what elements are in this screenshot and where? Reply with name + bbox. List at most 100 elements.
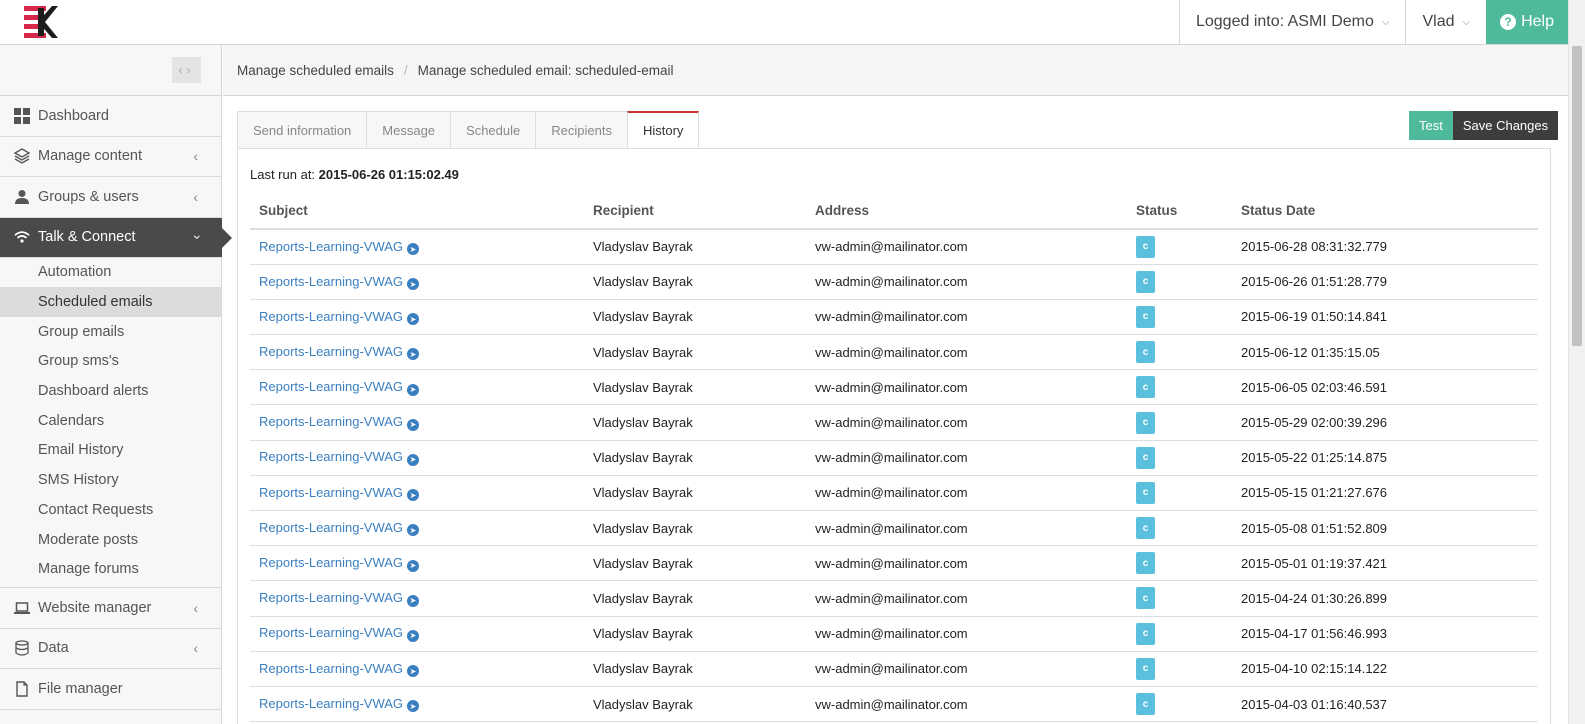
arrow-circle-right-icon[interactable]: ➤ [407, 453, 420, 466]
status-badge: c [1136, 235, 1155, 258]
column-header-status[interactable]: Status [1127, 193, 1232, 230]
cell-status: c [1127, 616, 1232, 652]
arrow-circle-right-icon[interactable]: ➤ [407, 665, 420, 678]
subject-link[interactable]: Reports-Learning-VWAG [259, 696, 403, 711]
arrow-circle-right-icon[interactable]: ➤ [407, 348, 420, 361]
status-badge: c [1136, 693, 1155, 716]
subject-link[interactable]: Reports-Learning-VWAG [259, 344, 403, 359]
subject-link[interactable]: Reports-Learning-VWAG [259, 661, 403, 676]
cell-address: vw-admin@mailinator.com [806, 510, 1127, 547]
arrow-circle-right-icon[interactable]: ➤ [407, 418, 420, 431]
cell-recipient: Vladyslav Bayrak [584, 475, 806, 512]
laptop-icon [14, 600, 30, 616]
sidebar-subitem-sms-history[interactable]: SMS History [0, 465, 222, 495]
cell-address: vw-admin@mailinator.com [806, 334, 1127, 371]
account-selector[interactable]: Logged into: ASMI Demo ⌵ [1178, 0, 1405, 44]
subject-link[interactable]: Reports-Learning-VWAG [259, 555, 403, 570]
sidebar-item-dashboard[interactable]: Dashboard [0, 96, 222, 137]
status-badge: c [1136, 376, 1155, 399]
cell-status: c [1127, 440, 1232, 476]
page-scrollbar[interactable] [1568, 0, 1585, 724]
status-badge: c [1136, 481, 1155, 504]
subject-link[interactable]: Reports-Learning-VWAG [259, 414, 403, 429]
cell-recipient: Vladyslav Bayrak [584, 440, 806, 476]
cell-subject: Reports-Learning-VWAG ➤ [250, 404, 584, 441]
sidebar-item-data[interactable]: Data ‹ [0, 629, 222, 670]
sidebar-subitem-group-sms[interactable]: Group sms's [0, 347, 222, 377]
sidebar-item-manage-content[interactable]: Manage content ‹ [0, 137, 222, 177]
arrow-circle-right-icon[interactable]: ➤ [407, 489, 420, 502]
column-header-subject[interactable]: Subject [250, 193, 584, 230]
sidebar-subitem-scheduled-emails[interactable]: Scheduled emails [0, 287, 222, 317]
arrow-circle-right-icon[interactable]: ➤ [407, 313, 420, 326]
column-header-recipient[interactable]: Recipient [584, 193, 806, 230]
cell-status-date: 2015-06-26 01:51:28.779 [1232, 264, 1538, 300]
sidebar-subitem-moderate-posts[interactable]: Moderate posts [0, 525, 222, 555]
arrow-circle-right-icon[interactable]: ➤ [407, 243, 420, 256]
arrow-circle-right-icon[interactable]: ➤ [407, 629, 420, 642]
cell-subject: Reports-Learning-VWAG ➤ [250, 651, 584, 687]
save-changes-button[interactable]: Save Changes [1452, 111, 1559, 140]
cell-recipient: Vladyslav Bayrak [584, 404, 806, 441]
sidebar-subitem-automation[interactable]: Automation [0, 258, 222, 288]
sidebar: ‹› Dashboard Manage content ‹ Groups & u… [0, 45, 232, 724]
table-row: Reports-Learning-VWAG ➤ Vladyslav Bayrak vw… [250, 616, 1538, 652]
sidebar-item-file-manager[interactable]: File manager [0, 669, 222, 710]
sidebar-item-website-manager[interactable]: Website manager ‹ [0, 588, 222, 629]
arrow-circle-right-icon[interactable]: ➤ [407, 524, 420, 537]
sidebar-item-label: Groups & users [38, 188, 139, 205]
column-header-status-date[interactable]: Status Date [1232, 193, 1538, 230]
cell-subject: Reports-Learning-VWAG ➤ [250, 510, 584, 547]
cell-status-date: 2015-04-24 01:30:26.899 [1232, 580, 1538, 617]
tab-send-information[interactable]: Send information [237, 111, 367, 149]
sidebar-subitem-manage-forums[interactable]: Manage forums [0, 554, 222, 584]
sidebar-item-groups-users[interactable]: Groups & users ‹ [0, 177, 222, 218]
breadcrumb-link[interactable]: Manage scheduled emails [237, 63, 394, 78]
breadcrumb: Manage scheduled emails / Manage schedul… [223, 45, 1568, 96]
cell-subject: Reports-Learning-VWAG ➤ [250, 264, 584, 300]
subject-link[interactable]: Reports-Learning-VWAG [259, 274, 403, 289]
tab-schedule[interactable]: Schedule [450, 111, 536, 149]
cell-address: vw-admin@mailinator.com [806, 545, 1127, 582]
cell-status: c [1127, 369, 1232, 406]
sidebar-subitem-email-history[interactable]: Email History [0, 436, 222, 466]
arrow-circle-right-icon[interactable]: ➤ [407, 383, 420, 396]
cell-address: vw-admin@mailinator.com [806, 686, 1127, 723]
table-row: Reports-Learning-VWAG ➤ Vladyslav Bayrak vw… [250, 580, 1538, 617]
last-run-label: Last run at: [250, 167, 316, 182]
cell-status-date: 2015-05-29 02:00:39.296 [1232, 404, 1538, 441]
cell-subject: Reports-Learning-VWAG ➤ [250, 616, 584, 652]
arrow-circle-right-icon[interactable]: ➤ [407, 594, 420, 607]
sidebar-subitem-calendars[interactable]: Calendars [0, 406, 222, 436]
subject-link[interactable]: Reports-Learning-VWAG [259, 379, 403, 394]
arrow-circle-right-icon[interactable]: ➤ [407, 559, 420, 572]
subject-link[interactable]: Reports-Learning-VWAG [259, 590, 403, 605]
test-button[interactable]: Test [1409, 111, 1453, 140]
sidebar-collapse-button[interactable]: ‹› [172, 57, 201, 83]
sidebar-item-talk-connect[interactable]: Talk & Connect ‹ [0, 217, 232, 258]
subject-link[interactable]: Reports-Learning-VWAG [259, 449, 403, 464]
user-menu[interactable]: Vlad ⌵ [1405, 0, 1486, 44]
history-table-body: Reports-Learning-VWAG ➤ Vladyslav Bayrak vw… [250, 229, 1538, 723]
tab-history[interactable]: History [626, 111, 700, 149]
sidebar-subitem-dashboard-alerts[interactable]: Dashboard alerts [0, 376, 222, 406]
arrow-circle-right-icon[interactable]: ➤ [407, 278, 420, 291]
sidebar-subitem-group-emails[interactable]: Group emails [0, 317, 222, 347]
help-button[interactable]: ? Help [1486, 0, 1568, 44]
scrollbar-thumb[interactable] [1572, 46, 1582, 346]
subject-link[interactable]: Reports-Learning-VWAG [259, 485, 403, 500]
table-header-row: Subject Recipient Address Status Status … [250, 193, 1538, 230]
tab-message[interactable]: Message [366, 111, 451, 149]
tab-recipients[interactable]: Recipients [535, 111, 627, 149]
arrow-circle-right-icon[interactable]: ➤ [407, 700, 420, 713]
column-header-address[interactable]: Address [806, 193, 1127, 230]
status-badge: c [1136, 657, 1155, 680]
status-badge: c [1136, 305, 1155, 328]
cell-status-date: 2015-05-01 01:19:37.421 [1232, 545, 1538, 582]
logo-icon[interactable] [24, 6, 58, 38]
subject-link[interactable]: Reports-Learning-VWAG [259, 239, 403, 254]
subject-link[interactable]: Reports-Learning-VWAG [259, 309, 403, 324]
subject-link[interactable]: Reports-Learning-VWAG [259, 520, 403, 535]
sidebar-subitem-contact-requests[interactable]: Contact Requests [0, 495, 222, 525]
subject-link[interactable]: Reports-Learning-VWAG [259, 625, 403, 640]
